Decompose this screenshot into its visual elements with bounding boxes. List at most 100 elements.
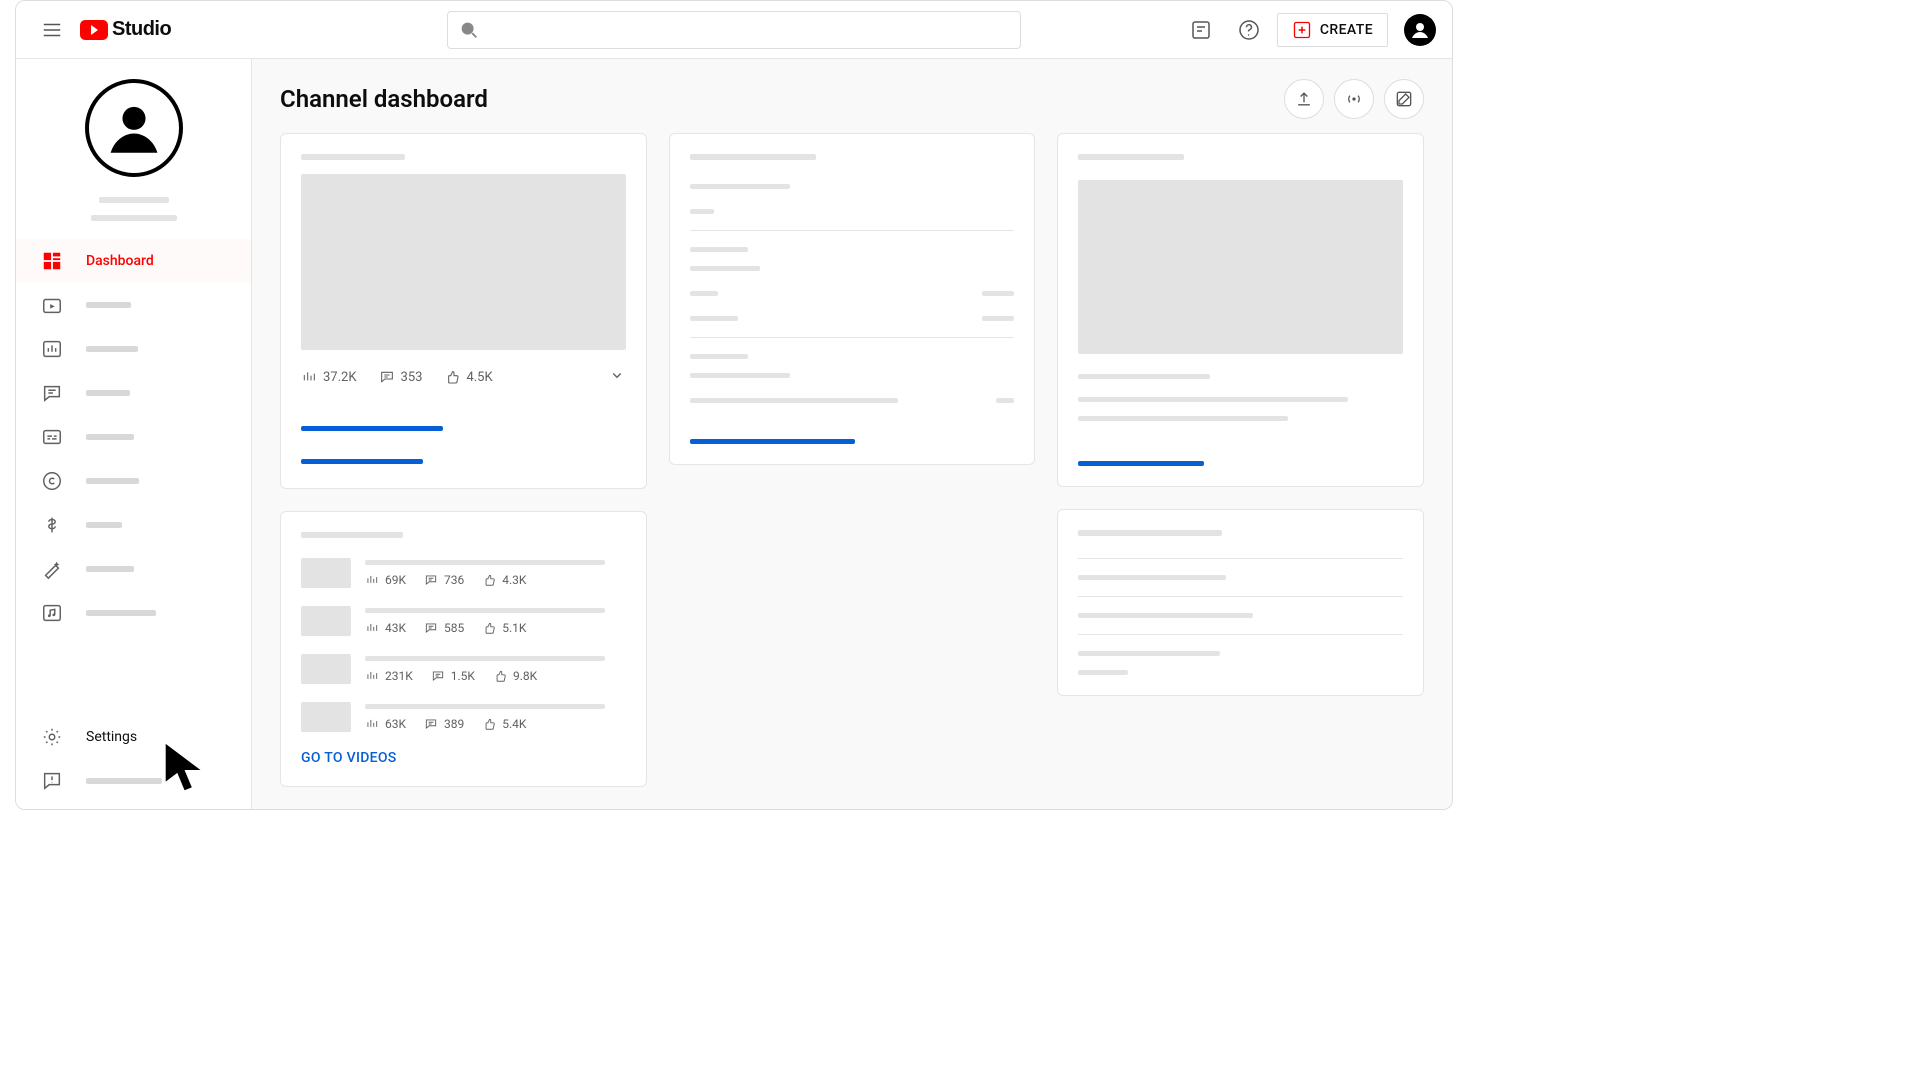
sidebar-item-settings[interactable]: Settings [16, 715, 251, 759]
sidebar-item-copyright[interactable] [16, 459, 251, 503]
sidebar-item-skeleton [86, 610, 156, 616]
comments-stat: 736 [424, 573, 464, 587]
sidebar-item-feedback[interactable] [16, 759, 251, 803]
comments-icon [424, 621, 438, 635]
comments-icon [424, 573, 438, 587]
analytics-icon [40, 337, 64, 361]
views-icon [365, 669, 379, 683]
card-title-skeleton [1078, 530, 1222, 536]
hamburger-icon [41, 19, 63, 41]
sidebar-item-monetization[interactable] [16, 503, 251, 547]
comments-stat: 1.5K [431, 669, 475, 683]
link-skeleton[interactable] [301, 459, 423, 464]
views-icon [365, 573, 379, 587]
compose-icon [1394, 89, 1414, 109]
skeleton-line [690, 266, 760, 271]
sidebar-item-skeleton [86, 778, 162, 784]
skeleton-line [690, 316, 738, 321]
studio-logo[interactable]: Studio [80, 18, 171, 41]
comments-icon [431, 669, 445, 683]
skeleton-line [1078, 416, 1288, 421]
views-stat: 69K [365, 573, 406, 587]
create-post-button[interactable] [1384, 79, 1424, 119]
sidebar-item-audio[interactable] [16, 591, 251, 635]
gear-icon [40, 725, 64, 749]
ideas-card [1057, 509, 1424, 696]
link-skeleton[interactable] [1078, 461, 1204, 466]
monetization-icon [40, 513, 64, 537]
latest-video-card: 37.2K 353 4.5K [280, 133, 647, 489]
likes-icon [482, 621, 496, 635]
sidebar-item-analytics[interactable] [16, 327, 251, 371]
skeleton-line [690, 398, 898, 403]
sidebar-item-customization[interactable] [16, 547, 251, 591]
chevron-down-icon [608, 366, 626, 384]
recent-video-row[interactable]: 231K 1.5K 9.8K [301, 654, 626, 684]
sidebar-item-subtitles[interactable] [16, 415, 251, 459]
updates-button[interactable] [1181, 10, 1221, 50]
skeleton-line [1078, 670, 1128, 675]
sidebar-item-label: Settings [86, 729, 137, 745]
views-value: 37.2K [323, 370, 357, 385]
card-title-skeleton [301, 154, 405, 160]
recent-video-row[interactable]: 43K 585 5.1K [301, 606, 626, 636]
skeleton-line [690, 247, 748, 252]
likes-stat: 5.4K [482, 717, 526, 731]
latest-video-thumbnail[interactable] [301, 174, 626, 350]
skeleton-line [1078, 397, 1348, 402]
comments-icon [379, 369, 395, 385]
recent-video-thumb [301, 606, 351, 636]
card-title-skeleton [301, 532, 403, 538]
comments-stat: 585 [424, 621, 464, 635]
go-live-button[interactable] [1334, 79, 1374, 119]
link-skeleton[interactable] [301, 426, 443, 431]
skeleton-line [982, 316, 1014, 321]
search-box[interactable] [447, 11, 1021, 49]
expand-toggle[interactable] [608, 366, 626, 388]
sidebar-item-skeleton [86, 346, 138, 352]
logo-text: Studio [112, 18, 171, 41]
likes-icon [482, 573, 496, 587]
channel-avatar[interactable] [85, 79, 183, 177]
comments-stat: 389 [424, 717, 464, 731]
feedback-icon [40, 769, 64, 793]
account-avatar[interactable] [1404, 14, 1436, 46]
recent-video-title-skeleton [365, 608, 605, 613]
sidebar-item-dashboard[interactable]: Dashboard [16, 239, 251, 283]
likes-stat: 4.5K [444, 369, 492, 385]
sidebar-item-skeleton [86, 302, 131, 308]
go-to-videos-link[interactable]: GO TO VIDEOS [301, 750, 397, 766]
skeleton-line [982, 291, 1014, 296]
skeleton-line [690, 354, 748, 359]
views-stat: 43K [365, 621, 406, 635]
recent-video-row[interactable]: 69K 736 4.3K [301, 558, 626, 588]
dashboard-icon [40, 249, 64, 273]
search-input[interactable] [490, 20, 1010, 39]
skeleton-line [1078, 651, 1220, 656]
likes-icon [493, 669, 507, 683]
recent-video-row[interactable]: 63K 389 5.4K [301, 702, 626, 732]
skeleton-line [1078, 374, 1210, 379]
comments-value: 353 [401, 370, 423, 385]
news-image-skeleton [1078, 180, 1403, 354]
copyright-icon [40, 469, 64, 493]
upload-video-button[interactable] [1284, 79, 1324, 119]
skeleton-line [690, 373, 790, 378]
help-button[interactable] [1229, 10, 1269, 50]
sidebar-item-content[interactable] [16, 283, 251, 327]
help-icon [1237, 18, 1261, 42]
sidebar-item-skeleton [86, 390, 130, 396]
create-plus-icon [1292, 20, 1312, 40]
updates-icon [1189, 18, 1213, 42]
create-button[interactable]: CREATE [1277, 13, 1388, 47]
channel-header [16, 59, 251, 239]
views-stat: 231K [365, 669, 413, 683]
news-card [1057, 133, 1424, 487]
likes-stat: 4.3K [482, 573, 526, 587]
link-skeleton[interactable] [690, 439, 855, 444]
channel-handle-skeleton [91, 215, 177, 221]
sidebar-item-comments[interactable] [16, 371, 251, 415]
likes-stat: 5.1K [482, 621, 526, 635]
analytics-card [669, 133, 1036, 465]
hamburger-menu-button[interactable] [32, 10, 72, 50]
